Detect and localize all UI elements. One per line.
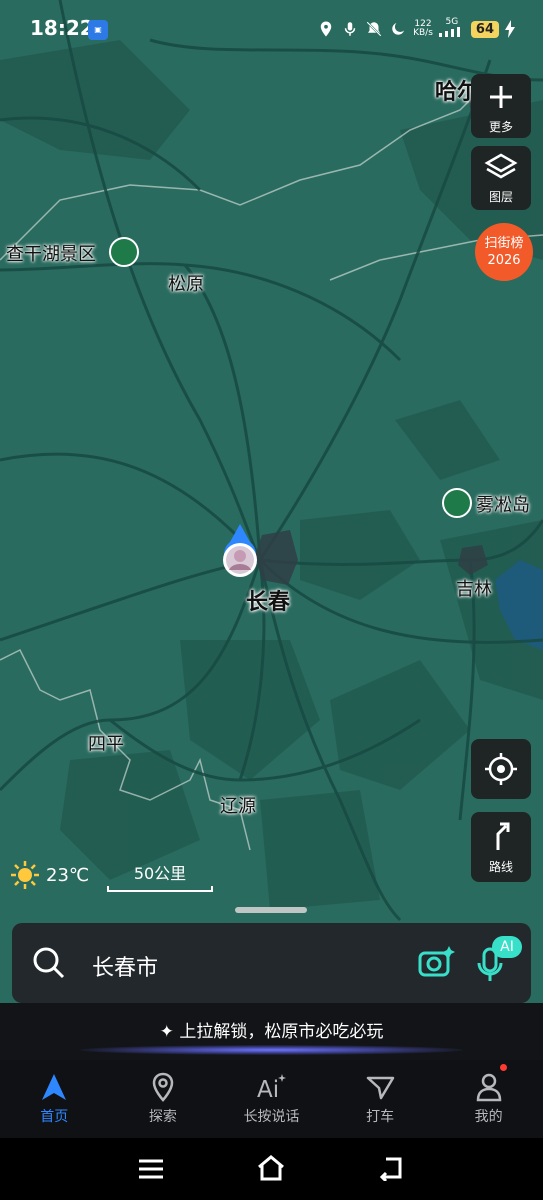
scale-bar [107, 886, 213, 892]
scale-label: 50公里 [133, 864, 187, 883]
tab-mine-label: 我的 [474, 1109, 503, 1125]
more-button[interactable]: 更多 [471, 74, 531, 138]
rank-line2: 2026 [487, 253, 521, 268]
battery-level: 64 [470, 20, 499, 38]
city-label-liaoyuan[interactable]: 辽源 [220, 792, 256, 818]
camera-scan-icon[interactable] [416, 943, 456, 983]
layers-icon [484, 153, 518, 179]
signal-bars-icon [438, 27, 460, 37]
tab-taxi[interactable]: 打车 [326, 1060, 435, 1138]
location-pin-icon [152, 1072, 174, 1102]
plus-icon [490, 86, 512, 108]
promo-text-row: ✦ 上拉解锁，松原市必吃必玩 [0, 1017, 543, 1042]
location-icon [320, 21, 332, 37]
tab-voice-label: 长按说话 [243, 1109, 300, 1125]
net-speed: 122 KB/s [413, 20, 433, 38]
bottom-tab-bar: 首页 探索 Ai 长按说话 打车 我的 [0, 1060, 543, 1138]
weather-temperature: 23℃ [46, 864, 90, 886]
route-label: 路线 [488, 860, 513, 874]
city-label-songyuan[interactable]: 松原 [168, 270, 204, 296]
tab-home[interactable]: 首页 [0, 1060, 109, 1138]
street-rank-badge[interactable]: 扫街榜 2026 [475, 223, 533, 281]
tab-voice[interactable]: Ai 长按说话 [217, 1060, 326, 1138]
search-icon [33, 947, 65, 979]
rank-line1: 扫街榜 [484, 236, 524, 251]
layers-label: 图层 [488, 190, 513, 204]
tab-taxi-label: 打车 [366, 1109, 395, 1125]
ai-badge: AI [492, 936, 522, 958]
sun-icon [11, 861, 39, 889]
city-label-changchun[interactable]: 长春 [246, 584, 290, 616]
route-button[interactable]: 路线 [471, 812, 531, 882]
tab-explore[interactable]: 探索 [109, 1060, 218, 1138]
map-scale: 50公里 [107, 860, 213, 892]
search-input[interactable]: 长春市 [92, 950, 158, 982]
microphone-icon [344, 22, 356, 36]
city-label-jilin[interactable]: 吉林 [456, 575, 492, 601]
mute-bell-icon [366, 21, 382, 37]
crosshair-icon [485, 753, 517, 785]
app-notification-icon: ▣ [88, 20, 108, 40]
home-icon[interactable] [256, 1155, 286, 1181]
user-profile-icon [476, 1073, 501, 1102]
status-bar: 18:22 ▣ 122 KB/s 5G 64 [0, 0, 543, 60]
weather[interactable]: 23℃ [10, 860, 89, 890]
scenic-tree-icon[interactable] [109, 237, 139, 267]
notification-dot [500, 1064, 507, 1071]
signal: 5G [438, 17, 465, 40]
city-label-siping[interactable]: 四平 [88, 730, 124, 756]
tab-home-label: 首页 [40, 1109, 69, 1125]
tab-explore-label: 探索 [148, 1109, 177, 1125]
promo-banner[interactable]: ✦ 上拉解锁，松原市必吃必玩 [0, 1003, 543, 1060]
more-label: 更多 [488, 120, 513, 134]
search-box[interactable]: 长春市 AI [12, 923, 531, 1003]
sheet-drag-handle[interactable] [235, 907, 307, 913]
charging-icon [505, 20, 515, 38]
tab-mine[interactable]: 我的 [434, 1060, 543, 1138]
ai-text-icon: Ai [257, 1074, 287, 1102]
poi-label-chagan-lake[interactable]: 查干湖景区 [6, 240, 96, 266]
clock: 18:22 [30, 16, 94, 40]
menu-icon[interactable] [137, 1157, 165, 1181]
back-icon[interactable] [378, 1155, 406, 1181]
net-speed-unit: KB/s [413, 28, 433, 38]
sparkle-icon: ✦ [159, 1022, 174, 1042]
navigation-arrow-icon [42, 1074, 67, 1100]
system-nav-bar [0, 1138, 543, 1200]
user-location-avatar[interactable] [216, 522, 264, 584]
locate-me-button[interactable] [471, 739, 531, 799]
taxi-arrow-icon [366, 1076, 395, 1100]
do-not-disturb-moon-icon [392, 23, 405, 35]
layers-button[interactable]: 图层 [471, 146, 531, 210]
status-icons: 122 KB/s 5G 64 [317, 18, 515, 40]
route-turn-icon [496, 822, 510, 850]
promo-text: 上拉解锁，松原市必吃必玩 [179, 1022, 384, 1042]
promo-glow [80, 1045, 463, 1055]
svg-text:Ai: Ai [257, 1077, 279, 1102]
poi-label-wusong-island[interactable]: 雾凇岛 [476, 491, 530, 517]
net-type: 5G [445, 17, 459, 27]
scenic-tree-icon[interactable] [442, 488, 472, 518]
